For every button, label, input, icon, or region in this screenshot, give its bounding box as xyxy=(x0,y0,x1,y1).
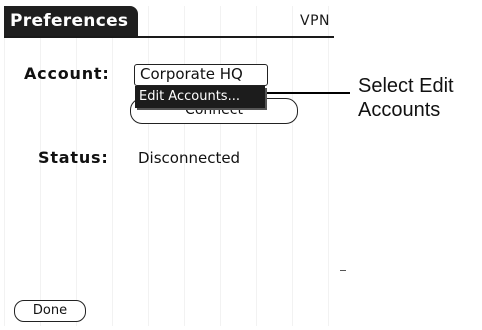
callout-line-1: Select Edit xyxy=(358,75,454,97)
app-title: Preferences xyxy=(4,6,138,36)
callout-line xyxy=(262,92,350,94)
callout-line-2: Accounts xyxy=(358,99,441,121)
account-label: Account: xyxy=(24,64,110,83)
status-label: Status: xyxy=(38,148,109,167)
panel-label: VPN xyxy=(300,13,330,29)
callout-text: Select Edit Accounts xyxy=(358,74,478,122)
divider-mark xyxy=(340,270,346,271)
account-select[interactable]: Corporate HQ xyxy=(134,64,268,86)
device-screen: Preferences VPN Account: Corporate HQ Co… xyxy=(4,6,334,326)
status-value: Disconnected xyxy=(138,149,241,167)
done-button[interactable]: Done xyxy=(14,300,86,322)
title-bar: Preferences VPN xyxy=(4,6,334,38)
popup-item-edit-accounts[interactable]: Edit Accounts... xyxy=(135,86,265,108)
